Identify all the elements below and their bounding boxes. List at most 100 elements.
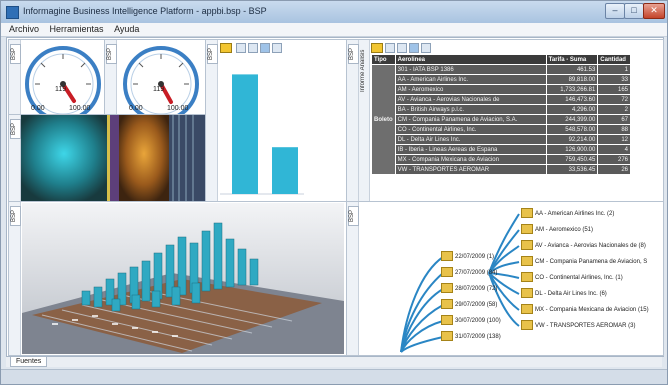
settings-tool-icon[interactable] [272,43,282,53]
tree-date-node[interactable]: 28/07/2009 (72) [441,283,497,295]
folder-icon [441,299,453,310]
analysis-side-tab-label: Informe Analisis [360,49,366,92]
menu-ayuda[interactable]: Ayuda [114,23,139,36]
tree-airline-node[interactable]: AA - American Airlines Inc. (2) [521,208,614,220]
tree-airline-node[interactable]: CM - Compania Panamena de Aviacion, S [521,256,647,268]
panel-side-tab[interactable]: BSP [105,40,117,114]
table-tool-icon[interactable] [248,43,258,53]
panel-side-tab[interactable]: BSP [347,40,359,201]
status-bar [1,369,667,384]
folder-icon[interactable] [220,43,232,53]
tarifa-cell: 1,733,266.81 [545,84,599,95]
table-row[interactable]: AM - Aeromexico 1,733,266.81 165 [372,84,631,95]
tab-fuentes[interactable]: Fuentes [10,357,48,367]
maximize-button[interactable]: □ [624,3,644,19]
group-cell: Boleto [371,64,396,175]
bar-chart-tool-icon[interactable] [409,43,419,53]
tree-airline-node[interactable]: MX - Compania Mexicana de Aviacion (15) [521,304,649,316]
tree-date-node[interactable]: 29/07/2009 (58) [441,299,497,311]
panel-tab-label: BSP [10,206,21,226]
cantidad-cell: 276 [597,154,631,165]
tree-airline-node[interactable]: VW - TRANSPORTES AEROMAR (3) [521,320,635,332]
table-row[interactable]: CO - Continental Airlines, Inc. 548,578.0… [372,124,631,135]
header-tarifa[interactable]: Tarifa - Suma [545,54,599,65]
tarifa-cell: 759,450.45 [545,154,599,165]
header-aerolinea[interactable]: Aerolinea [394,54,547,65]
table-row[interactable]: IB - Iberia - Lineas Aereas de Espana 126… [372,144,631,155]
window-title: Informagine Business Intelligence Platfo… [23,6,267,16]
table-row[interactable]: Boleto 301 - IATA BSP 1386 461.53 1 [371,64,631,175]
panel-tab-label: BSP [207,44,218,64]
tree-airline-label: AA - American Airlines Inc. (2) [535,211,615,217]
panel-tab-label: BSP [348,44,359,64]
folder-icon [521,208,533,219]
panel-tab-label: BSP [10,119,21,139]
tarifa-cell: 92,214.00 [545,134,599,145]
panel-side-tab[interactable]: BSP [347,202,359,355]
gauge-dial-2 [123,46,199,114]
folder-icon [441,331,453,342]
header-tipo[interactable]: Tipo [371,54,396,65]
airline-cell: DL - Delta Air Lines Inc. [394,134,547,145]
tree-airline-label: CM - Compania Panamena de Aviacion, S [535,259,648,265]
table-row[interactable]: AA - American Airlines Inc. 89,818.00 33 [372,74,631,85]
menu-bar: Archivo Herramientas Ayuda [1,23,667,37]
tree-date-node[interactable]: 30/07/2009 (100) [441,315,501,327]
table-row[interactable]: BA - British Airways p.l.c. 4,296.00 2 [372,104,631,115]
panel-side-tab[interactable]: BSP [9,115,21,201]
cantidad-cell: 4 [597,144,631,155]
gauge-panel-2: BSP 119 0.00 100.00 [104,39,206,115]
folder-icon[interactable] [371,43,383,53]
panel-side-tab[interactable]: BSP [206,40,218,201]
bar-chart-tool-icon[interactable] [260,43,270,53]
menu-archivo[interactable]: Archivo [9,23,39,36]
cantidad-cell: 2 [597,104,631,115]
airline-cell: AA - American Airlines Inc. [394,74,547,85]
airline-cell: IB - Iberia - Lineas Aereas de Espana [394,144,547,155]
tree-date-node[interactable]: 27/07/2009 (84) [441,267,497,279]
folder-icon [521,224,533,235]
tree-date-label: 30/07/2009 (100) [455,318,501,324]
settings-tool-icon[interactable] [421,43,431,53]
app-icon [6,6,19,19]
tree-date-label: 31/07/2009 (138) [455,334,501,340]
tree-date-label: 28/07/2009 (72) [455,286,498,292]
tree-date-node[interactable]: 31/07/2009 (138) [441,331,501,343]
panel-side-tab[interactable]: BSP [9,40,21,114]
table-tool-icon[interactable] [397,43,407,53]
table-row[interactable]: CM - Compania Panamena de Aviacion, S.A.… [372,114,631,125]
table-body: Boleto 301 - IATA BSP 1386 461.53 1 AA - Ame… [371,64,631,175]
heatmap-graphic [21,115,205,201]
tarifa-cell: 548,578.00 [545,124,599,135]
table-row[interactable]: AV - Avianca - Aerovias Nacionales de 146… [372,94,631,105]
folder-icon [521,272,533,283]
menu-herramientas[interactable]: Herramientas [50,23,104,36]
tree-airline-label: DL - Delta Air Lines Inc. (6) [535,291,607,297]
table-row[interactable]: MX - Compania Mexicana de Aviacion 759,45… [372,154,631,165]
heatmap-panel: BSP [8,114,206,202]
tarifa-cell: 244,399.00 [545,114,599,125]
minimize-button[interactable]: – [605,3,625,19]
tree-airline-node[interactable]: DL - Delta Air Lines Inc. (6) [521,288,607,300]
tree-airline-node[interactable]: AM - Aeromexico (51) [521,224,593,236]
cantidad-cell: 26 [597,164,631,175]
close-button[interactable]: ✕ [643,3,665,19]
tree-date-node[interactable]: 22/07/2009 (1) [441,251,494,263]
table-row[interactable]: VW - TRANSPORTES AEROMAR 33,536.45 26 [372,164,631,175]
data-table: Tipo Aerolinea Tarifa - Suma Cantidad Bo… [371,54,631,175]
folder-icon [441,283,453,294]
chart-tool-icon[interactable] [236,43,246,53]
tree-airline-label: AM - Aeromexico (51) [535,227,594,233]
tarifa-cell: 461.53 [545,64,599,75]
folder-icon [521,320,533,331]
folder-icon [521,304,533,315]
tree-airline-node[interactable]: CO - Continental Airlines, Inc. (1) [521,272,623,284]
airline-cell: AV - Avianca - Aerovias Nacionales de [394,94,547,105]
table-row[interactable]: DL - Delta Air Lines Inc. 92,214.00 12 [372,134,631,145]
tree-airline-node[interactable]: AV - Avianca - Aerovias Nacionales de (8… [521,240,646,252]
analysis-side-tab[interactable]: Informe Analisis [359,40,370,201]
header-cantidad[interactable]: Cantidad [597,54,631,65]
bar-3d-chart [22,203,344,354]
grid-tool-icon[interactable] [385,43,395,53]
panel-side-tab[interactable]: BSP [9,202,21,355]
